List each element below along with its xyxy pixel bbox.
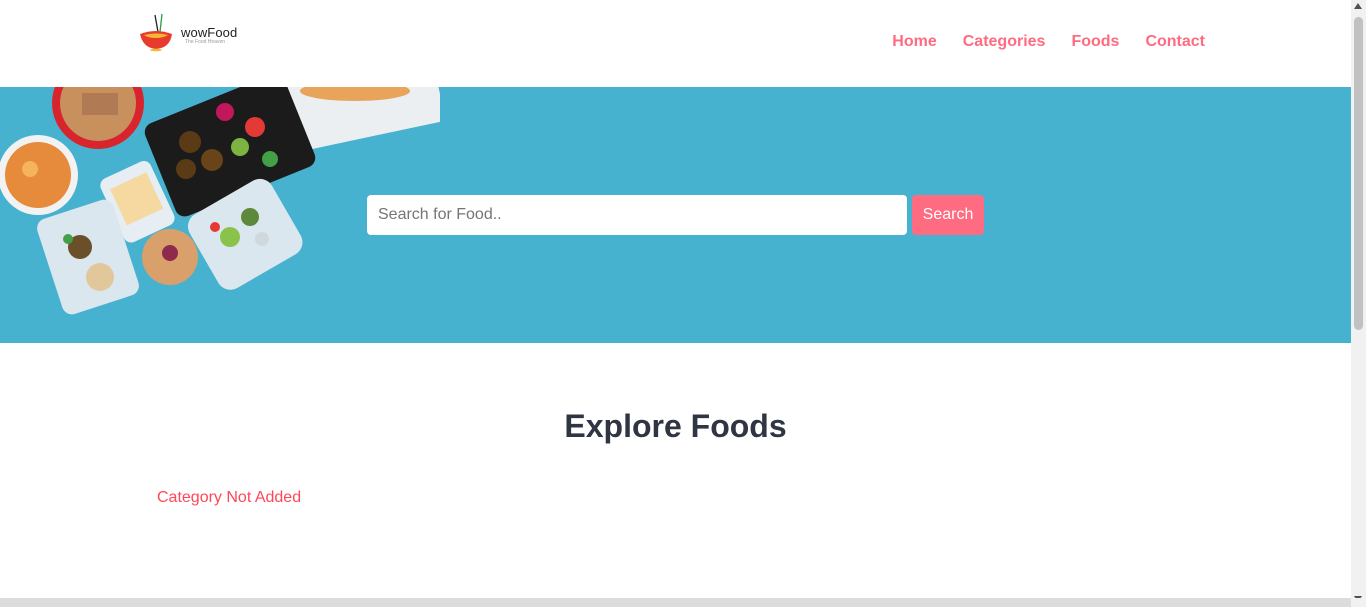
section-title: Explore Foods	[564, 408, 787, 444]
navbar: wowFood The Food Heaven Home Categories …	[0, 0, 1351, 87]
logo[interactable]: wowFood The Food Heaven	[138, 12, 258, 54]
vertical-scrollbar[interactable]	[1351, 0, 1366, 602]
scrollbar-corner	[1351, 598, 1366, 607]
brand-tagline: The Food Heaven	[185, 39, 226, 45]
search-button[interactable]: Search	[912, 195, 984, 235]
nav-foods[interactable]: Foods	[1071, 33, 1119, 51]
category-not-added-message: Category Not Added	[157, 489, 302, 506]
scrollbar-thumb[interactable]	[1354, 17, 1363, 330]
search-input[interactable]	[367, 195, 907, 235]
brand-name: wowFood	[181, 25, 238, 40]
food-search-banner: Search	[0, 87, 1351, 343]
nav-home[interactable]: Home	[892, 33, 936, 51]
bowl-logo-icon	[140, 13, 172, 52]
page: wowFood The Food Heaven Home Categories …	[0, 0, 1351, 598]
search-form: Search	[367, 195, 984, 235]
horizontal-scrollbar[interactable]	[0, 598, 1351, 607]
scroll-up-icon[interactable]	[1354, 3, 1362, 9]
browser-viewport: wowFood The Food Heaven Home Categories …	[0, 0, 1366, 607]
nav-categories[interactable]: Categories	[963, 33, 1046, 51]
main-nav: Home Categories Foods Contact	[892, 33, 1205, 51]
nav-contact[interactable]: Contact	[1145, 33, 1205, 51]
